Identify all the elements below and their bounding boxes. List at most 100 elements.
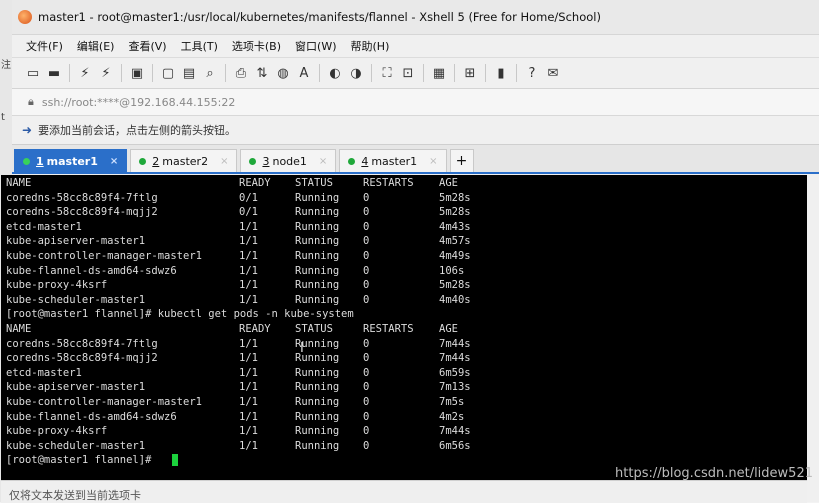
close-icon[interactable]: × <box>110 156 118 167</box>
terminal-cell: Running <box>295 235 340 248</box>
address-bar[interactable]: 🔒︎ ssh://root:****@192.168.44.155:22 <box>12 89 819 116</box>
keyboard-icon[interactable]: ▦ <box>430 64 448 82</box>
tab-node1[interactable]: 3 node1 × <box>240 149 337 172</box>
terminal-cell: 5m28s <box>439 206 471 219</box>
terminal-line: coredns-58cc8c89f4-mqjj2 1/1 Running 0 7m44s <box>1 351 807 366</box>
terminal-cell: kube-flannel-ds-amd64-sdwz6 <box>6 264 177 277</box>
terminal-cell: 0 <box>363 264 370 277</box>
terminal-cell: 1/1 <box>239 381 258 394</box>
address-text[interactable]: ssh://root:****@192.168.44.155:22 <box>42 96 236 109</box>
xshell-logo-icon <box>18 10 32 24</box>
terminal-cell: coredns-58cc8c89f4-7ftlg <box>6 337 158 350</box>
disconnect-icon[interactable]: ⚡ <box>97 64 115 82</box>
close-icon[interactable]: × <box>429 156 437 167</box>
terminal-cell: 0 <box>363 235 370 248</box>
terminal-cell: 1/1 <box>239 220 258 233</box>
tab-label: master1 <box>46 154 98 168</box>
terminal-cell: Running <box>295 395 340 408</box>
terminal-cell: 4m57s <box>439 235 471 248</box>
terminal-cell: 1/1 <box>239 337 258 350</box>
menu-item-3[interactable]: 工具(T) <box>181 38 218 54</box>
terminal-line: kube-flannel-ds-amd64-sdwz6 1/1 Running 0 4m… <box>1 410 807 425</box>
menu-item-0[interactable]: 文件(F) <box>26 38 63 54</box>
new-tab-button[interactable]: + <box>449 149 474 172</box>
terminal-cell: 0 <box>363 425 370 438</box>
terminal-cell: Running <box>295 191 340 204</box>
terminal-cell: AGE <box>439 322 458 335</box>
tab-master2[interactable]: 2 master2 × <box>130 149 238 172</box>
command-line: [root@master1 flannel]# kubectl get pods… <box>1 307 807 322</box>
open-folder-icon[interactable]: ▬ <box>45 64 63 82</box>
find-icon[interactable]: ⌕ <box>201 64 219 82</box>
terminal-cell: 5m28s <box>439 191 471 204</box>
terminal-cell: 1/1 <box>239 293 258 306</box>
terminal-cell: coredns-58cc8c89f4-mqjj2 <box>6 352 158 365</box>
tab-shortcut-key: 3 <box>262 154 270 168</box>
connect-icon[interactable]: ⚡ <box>76 64 94 82</box>
terminal-cell: 0 <box>363 410 370 423</box>
terminal-cell: Running <box>295 206 340 219</box>
script-icon[interactable]: ◑ <box>347 64 365 82</box>
terminal-cell: 4m43s <box>439 220 471 233</box>
terminal-cell: kube-controller-manager-master1 <box>6 249 202 262</box>
menu-item-5[interactable]: 窗口(W) <box>295 38 336 54</box>
add-icon[interactable]: ⊞ <box>461 64 479 82</box>
print-icon[interactable]: ⎙ <box>232 64 250 82</box>
menu-item-2[interactable]: 查看(V) <box>128 38 166 54</box>
connection-status-icon <box>23 157 30 165</box>
tab-label: node1 <box>272 154 307 168</box>
terminal-cell: 0 <box>363 206 370 219</box>
menu-item-6[interactable]: 帮助(H) <box>351 38 390 54</box>
tab-master1[interactable]: 4 master1 × <box>339 149 447 172</box>
toolbar-separator <box>319 64 320 82</box>
terminal-cell: kube-apiserver-master1 <box>6 235 146 248</box>
terminal-output[interactable]: NAME READY STATUS RESTARTS AGE coredns-58cc8c… <box>1 175 807 480</box>
lock-icon[interactable]: ⊡ <box>399 64 417 82</box>
terminal-cell: 7m44s <box>439 425 471 438</box>
session-hint-bar: ➜ 要添加当前会话，点击左侧的箭头按钮。 <box>12 116 819 145</box>
terminal-cell: 1/1 <box>239 264 258 277</box>
transfer-icon[interactable]: ⇅ <box>253 64 271 82</box>
terminal-cell: 7m44s <box>439 337 471 350</box>
terminal-cell: 0 <box>363 293 370 306</box>
terminal-cell: kube-controller-manager-master1 <box>6 395 202 408</box>
terminal-line: kube-flannel-ds-amd64-sdwz6 1/1 Running 0 10… <box>1 264 807 279</box>
terminal-cell: READY <box>239 322 271 335</box>
hint-text: 要添加当前会话，点击左侧的箭头按钮。 <box>38 124 237 137</box>
close-icon[interactable]: × <box>319 156 327 167</box>
connection-status-icon <box>139 157 147 165</box>
globe-icon[interactable]: ◍ <box>274 64 292 82</box>
terminal-cell: 0 <box>363 395 370 408</box>
terminal-line: kube-proxy-4ksrf 1/1 Running 0 5m28s <box>1 278 807 293</box>
tab-master1[interactable]: 1 master1 × <box>14 149 128 172</box>
tab-label: master1 <box>371 154 418 168</box>
menu-item-1[interactable]: 编辑(E) <box>77 38 115 54</box>
terminal-cell: kube-apiserver-master1 <box>6 381 146 394</box>
new-window-icon[interactable]: ▣ <box>128 64 146 82</box>
menu-bar: 文件(F) 编辑(E) 查看(V) 工具(T) 选项卡(B) 窗口(W) 帮助(H) <box>12 35 819 58</box>
terminal-cell: Running <box>295 410 340 423</box>
xftp-icon[interactable]: ◐ <box>326 64 344 82</box>
terminal-cell: 5m28s <box>439 279 471 292</box>
paste-icon[interactable]: ▤ <box>180 64 198 82</box>
terminal-cell: Running <box>295 264 340 277</box>
terminal-cell: 4m40s <box>439 293 471 306</box>
compose-bar[interactable]: 仅将文本发送到当前选项卡 <box>1 480 807 503</box>
add-session-arrow-icon[interactable]: ➜ <box>22 123 32 137</box>
terminal-cell: etcd-master1 <box>6 220 82 233</box>
toolbar: ▭ ▬ ⚡ ⚡ ▣ ▢ ▤ ⌕ ⎙ ⇅ ◍ A ◐ ◑ ⛶ ⊡ ▦ ⊞ ▮? ✉ <box>12 58 819 89</box>
terminal-cell: 1/1 <box>239 235 258 248</box>
terminal-cell: kube-flannel-ds-amd64-sdwz6 <box>6 410 177 423</box>
terminal-line: coredns-58cc8c89f4-7ftlg 0/1 Running 0 5m28s <box>1 191 807 206</box>
copy-icon[interactable]: ▢ <box>159 64 177 82</box>
new-session-icon[interactable]: ▭ <box>24 64 42 82</box>
terminal-cell: READY <box>239 177 271 189</box>
layout-icon[interactable]: ▮ <box>492 64 510 82</box>
menu-item-4[interactable]: 选项卡(B) <box>232 38 281 54</box>
font-icon[interactable]: A <box>295 64 313 82</box>
close-icon[interactable]: × <box>220 156 228 167</box>
chat-icon[interactable]: ✉ <box>544 64 562 82</box>
help-icon[interactable]: ? <box>523 64 541 82</box>
fullscreen-icon[interactable]: ⛶ <box>378 64 396 82</box>
terminal-cell: NAME <box>6 322 32 335</box>
